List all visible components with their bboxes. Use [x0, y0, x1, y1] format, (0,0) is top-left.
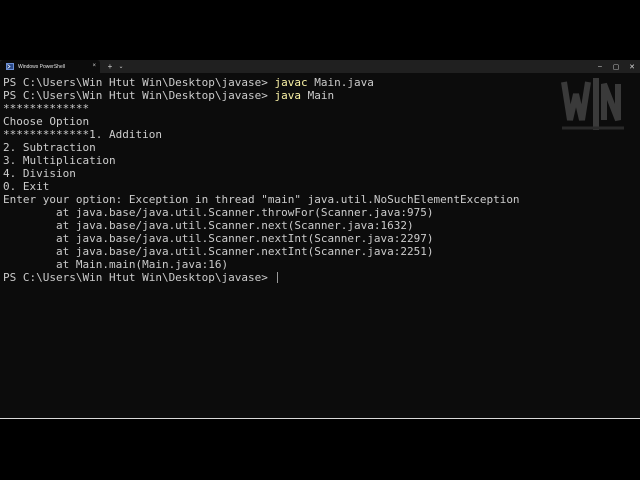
terminal-line: at Main.main(Main.java:16)	[3, 258, 229, 271]
command-args: Main	[301, 89, 335, 102]
terminal-line: PS C:\Users\Win Htut Win\Desktop\javase>…	[3, 89, 640, 102]
titlebar-drag-area[interactable]	[126, 60, 592, 73]
prompt: PS C:\Users\Win Htut Win\Desktop\javase>	[3, 89, 275, 102]
tab-title: Windows PowerShell	[18, 63, 65, 70]
video-letterbox-top	[0, 0, 640, 60]
video-letterbox-bottom	[0, 419, 640, 480]
terminal-line: at java.base/java.util.Scanner.throwFor(…	[3, 206, 434, 219]
prompt: PS C:\Users\Win Htut Win\Desktop\javase>	[3, 76, 275, 89]
terminal-line: at java.base/java.util.Scanner.next(Scan…	[3, 219, 414, 232]
terminal-line: at java.base/java.util.Scanner.nextInt(S…	[3, 232, 434, 245]
terminal-line: PS C:\Users\Win Htut Win\Desktop\javase>	[3, 271, 640, 284]
terminal-line: *************1. Addition	[3, 128, 162, 141]
terminal-line: 3. Multiplication	[3, 154, 116, 167]
terminal-line: Choose Option	[3, 115, 90, 128]
tab-windows-powershell[interactable]: Windows PowerShell ×	[0, 60, 100, 73]
window-titlebar: Windows PowerShell × + ⌄ – ▢ ✕	[0, 60, 640, 73]
command: javac	[274, 76, 308, 89]
command: java	[274, 89, 302, 102]
win-logo-watermark	[561, 78, 624, 130]
powershell-icon	[6, 63, 14, 70]
terminal-line: *************	[3, 102, 90, 115]
text-cursor	[276, 272, 278, 283]
new-tab-button[interactable]: +	[104, 60, 116, 73]
prompt: PS C:\Users\Win Htut Win\Desktop\javase>	[3, 271, 275, 284]
terminal-line: at java.base/java.util.Scanner.nextInt(S…	[3, 245, 434, 258]
terminal-line: 4. Division	[3, 167, 76, 180]
terminal-line: 0. Exit	[3, 180, 50, 193]
tab-close-icon[interactable]: ×	[92, 60, 96, 73]
terminal-output[interactable]: PS C:\Users\Win Htut Win\Desktop\javase>…	[0, 73, 640, 418]
chevron-down-icon[interactable]: ⌄	[116, 60, 126, 73]
command-args: Main.java	[307, 76, 374, 89]
terminal-line: 2. Subtraction	[3, 141, 96, 154]
terminal-line: PS C:\Users\Win Htut Win\Desktop\javase>…	[3, 76, 640, 89]
terminal-line: Enter your option: Exception in thread "…	[3, 193, 520, 206]
